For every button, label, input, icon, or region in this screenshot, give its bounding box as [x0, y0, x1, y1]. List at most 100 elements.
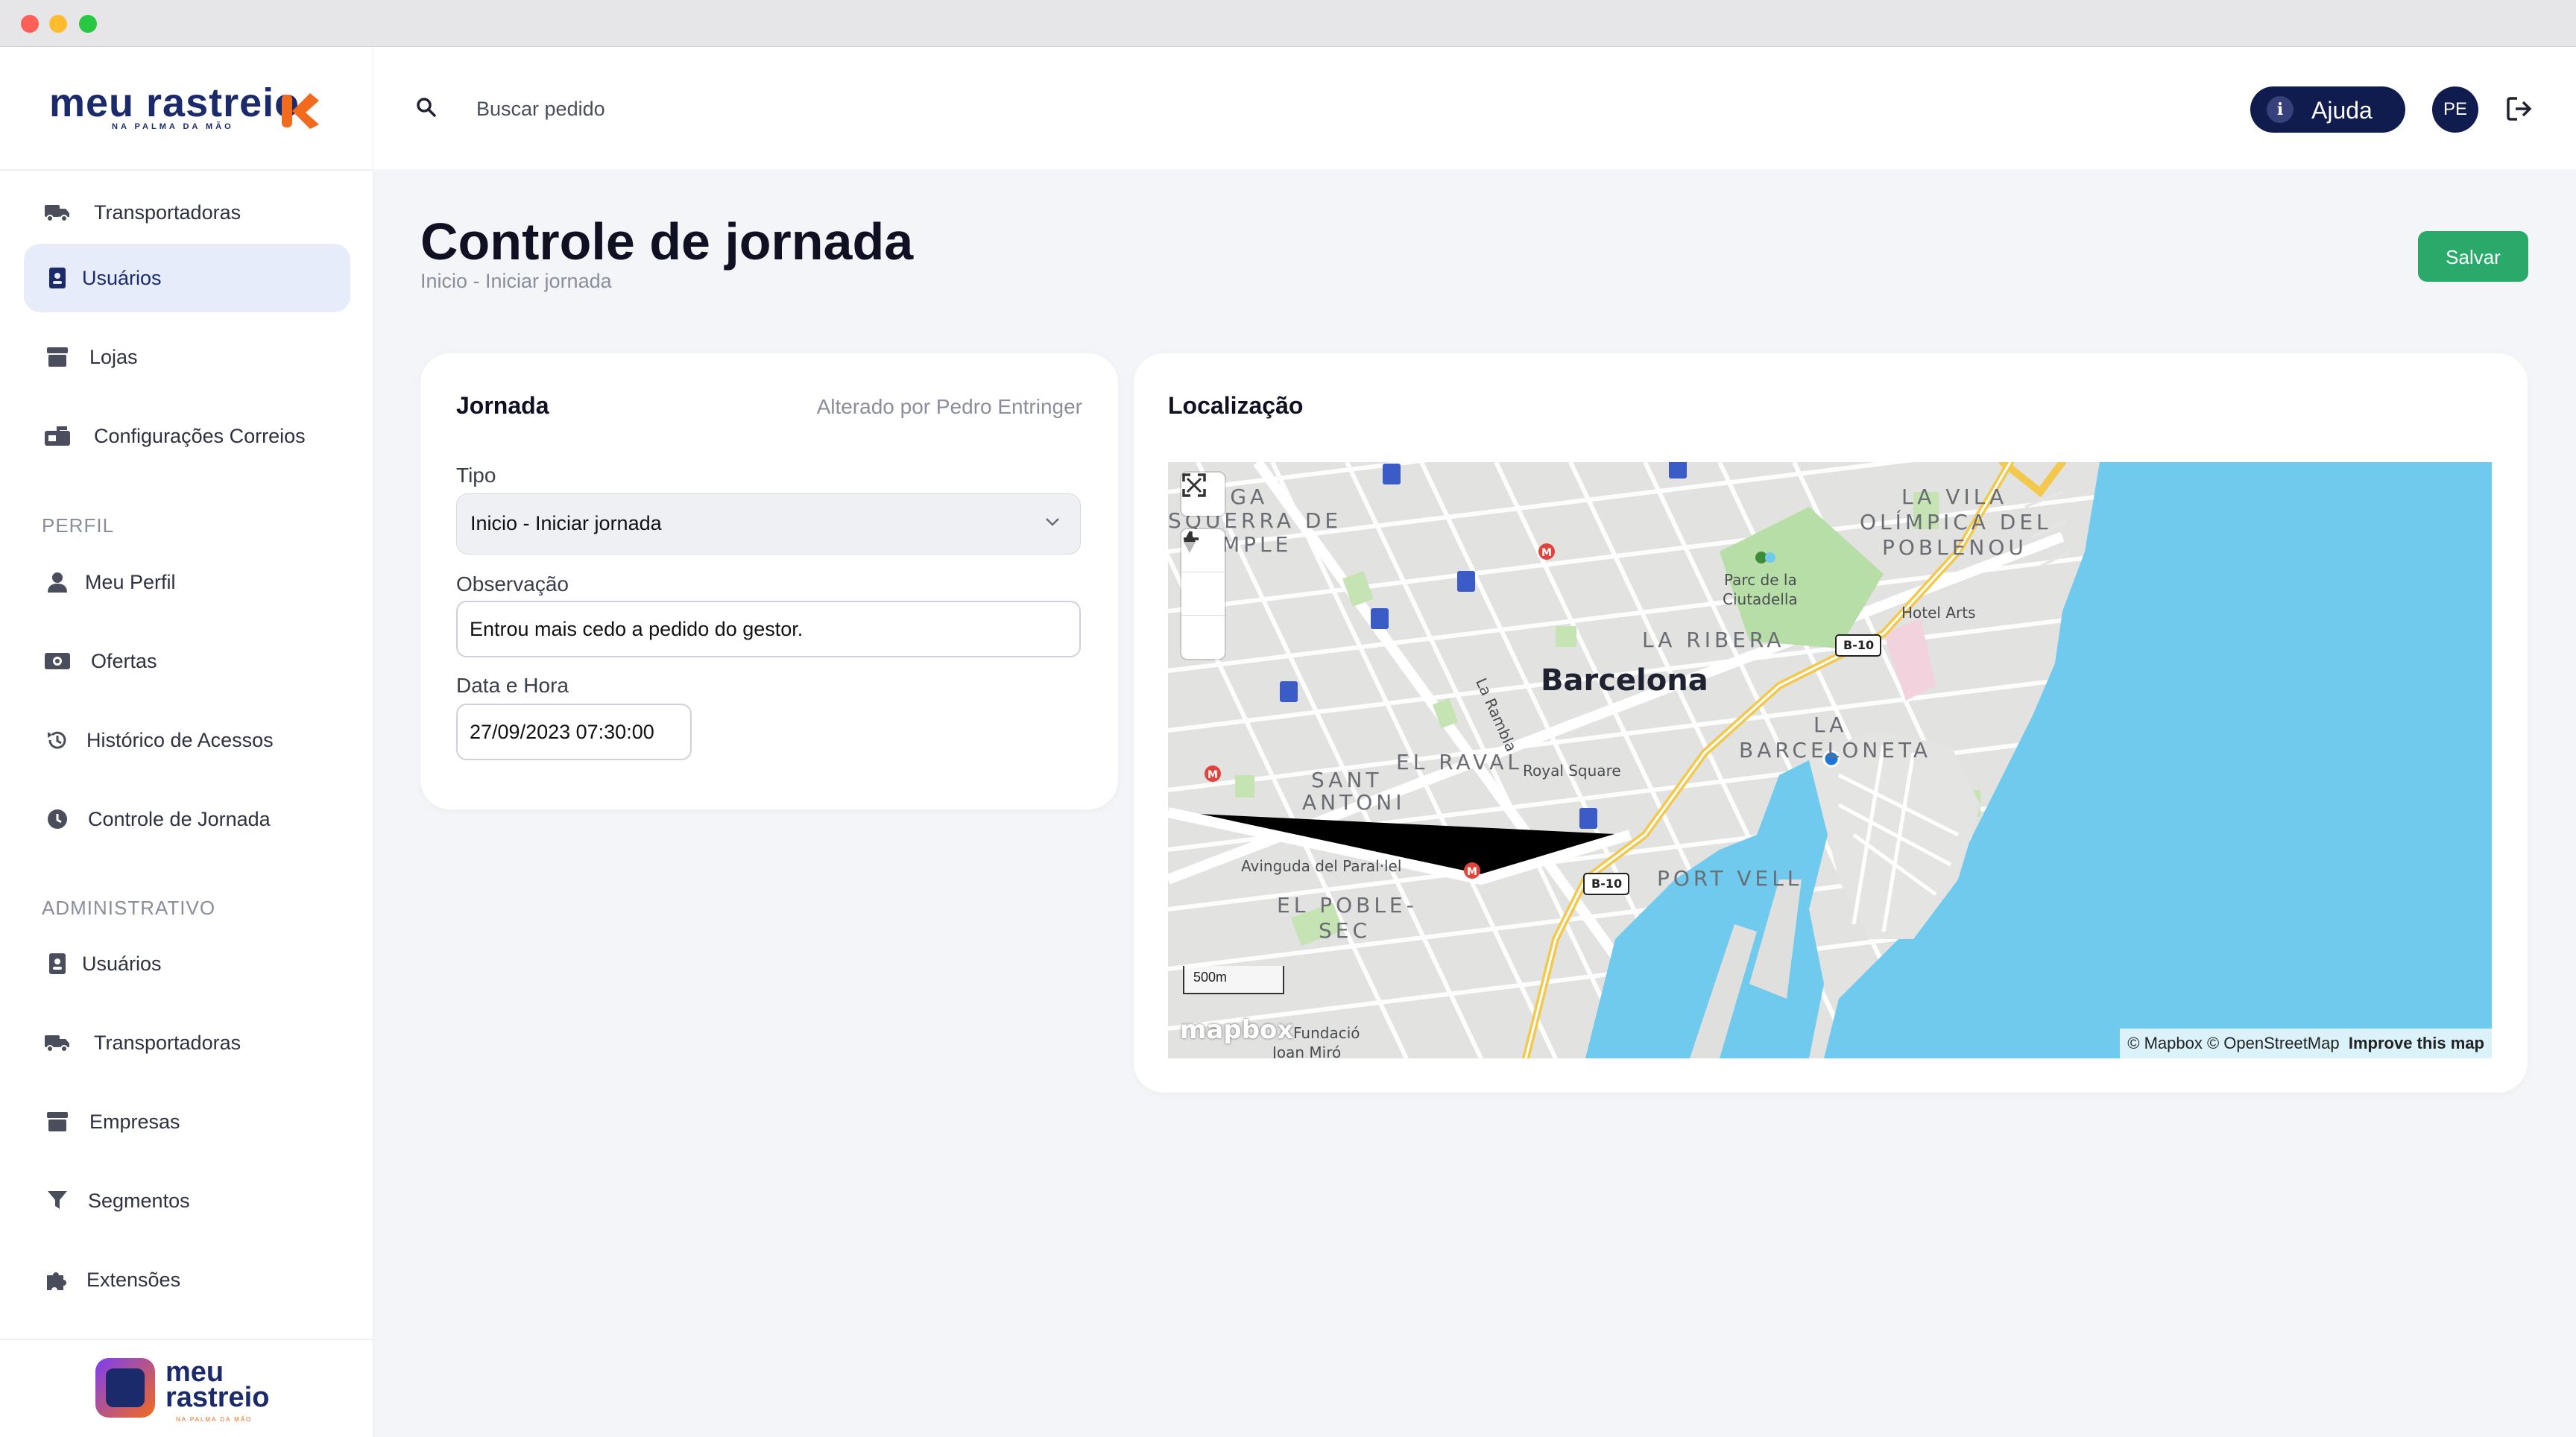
close-window-button[interactable]	[21, 15, 39, 33]
tipo-selected-value: Inicio - Iniciar jornada	[470, 512, 662, 534]
map-label-district: PORT VELL	[1657, 866, 1803, 891]
sidebar-item-extensoes[interactable]: Extensões	[24, 1245, 350, 1314]
truck-icon	[43, 1029, 72, 1057]
sidebar-item-admin-transportadoras[interactable]: Transportadoras	[24, 1008, 350, 1077]
location-map[interactable]: M M M TIGA SQUERRA DE MPLE LA VILA OLÍMP…	[1168, 462, 2492, 1058]
section-administrativo: ADMINISTRATIVO	[42, 897, 216, 919]
compass-button[interactable]	[1181, 531, 1225, 659]
app-logo-icon	[95, 1358, 155, 1418]
sidebar-item-label: Controle de Jornada	[88, 807, 271, 830]
map-label-district: EL POBLE-	[1277, 893, 1418, 918]
improve-map-link[interactable]: Improve this map	[2349, 1034, 2484, 1052]
map-label-city: Barcelona	[1541, 663, 1708, 698]
jornada-card: Jornada Alterado por Pedro Entringer Tip…	[420, 353, 1118, 809]
zoom-window-button[interactable]	[79, 15, 97, 33]
help-label: Ajuda	[2311, 97, 2373, 124]
sidebar: meu rastreio NA PALMA DA MÃO Transportad…	[0, 47, 373, 1437]
logout-icon[interactable]	[2507, 96, 2534, 125]
sidebar-item-usuarios[interactable]: Usuários	[24, 244, 350, 312]
sidebar-item-label: Usuários	[82, 952, 162, 975]
map-label-place: Avinguda del Paral·lel	[1241, 857, 1402, 875]
top-header: i Ajuda PE	[373, 47, 2576, 169]
observacao-label: Observação	[456, 572, 569, 596]
map-label-place: Parc de la	[1724, 571, 1797, 589]
sidebar-item-label: Meu Perfil	[85, 570, 176, 593]
road-shield-label: B-10	[1591, 877, 1623, 891]
map-label-district: ANTONI	[1302, 790, 1406, 815]
badge-icon	[43, 950, 72, 978]
badge-icon	[43, 264, 72, 292]
map-label-district: OLÍMPICA DEL	[1860, 510, 2052, 534]
sidebar-item-label: Extensões	[86, 1268, 181, 1291]
save-button[interactable]: Salvar	[2418, 231, 2528, 282]
data-hora-input[interactable]	[456, 704, 692, 760]
altered-by-text: Alterado por Pedro Entringer	[816, 395, 1082, 418]
map-label-place: Joan Miró	[1272, 1043, 1342, 1058]
localizacao-card: Localização M M M TIGA SQUERRA DE MPLE L…	[1134, 353, 2528, 1093]
mailbox-icon	[43, 422, 72, 450]
tipo-select[interactable]: Inicio - Iniciar jornada	[456, 493, 1081, 555]
attribution-text[interactable]: © Mapbox © OpenStreetMap	[2127, 1034, 2339, 1052]
brand-name: meu rastreio	[49, 80, 300, 125]
section-perfil: PERFIL	[42, 514, 115, 537]
map-label-district: MPLE	[1222, 532, 1292, 557]
user-icon	[43, 568, 72, 596]
sidebar-item-segmentos[interactable]: Segmentos	[24, 1166, 350, 1235]
sidebar-item-label: Transportadoras	[94, 1031, 242, 1054]
sidebar-item-label: Segmentos	[88, 1189, 190, 1212]
map-attribution: © Mapbox © OpenStreetMap Improve this ma…	[2120, 1029, 2492, 1058]
sidebar-item-configuracoes-correios[interactable]: Configurações Correios	[24, 402, 350, 470]
observacao-input[interactable]	[456, 601, 1081, 657]
map-label-place: Fundació	[1293, 1024, 1360, 1042]
sidebar-item-admin-usuarios[interactable]: Usuários	[24, 929, 350, 998]
sidebar-item-meu-perfil[interactable]: Meu Perfil	[24, 548, 350, 616]
map-label-district: BARCELONETA	[1739, 738, 1932, 762]
sidebar-item-empresas[interactable]: Empresas	[24, 1087, 350, 1156]
zoom-out-button[interactable]	[1181, 537, 1225, 616]
sidebar-footer-logo: meu rastreio NA PALMA DA MÃO	[0, 1339, 373, 1437]
map-label-district: LA VILA	[1901, 484, 2008, 509]
sidebar-item-lojas[interactable]: Lojas	[24, 323, 350, 391]
footer-brand-line2: rastreio	[165, 1382, 270, 1413]
map-label-district: SANT	[1311, 768, 1383, 792]
brand-tagline: NA PALMA DA MÃO	[112, 122, 234, 131]
map-label-district: POBLENOU	[1882, 535, 2027, 560]
sidebar-item-label: Usuários	[82, 266, 162, 289]
sidebar-item-label: Lojas	[89, 345, 138, 368]
search-icon[interactable]	[415, 96, 438, 122]
jornada-title: Jornada	[456, 392, 549, 419]
help-button[interactable]: i Ajuda	[2250, 86, 2405, 133]
puzzle-icon	[43, 1266, 72, 1294]
zoom-controls	[1181, 529, 1225, 659]
tipo-label: Tipo	[456, 464, 496, 487]
sidebar-item-controle-jornada[interactable]: Controle de Jornada	[24, 785, 350, 853]
map-label-place: Royal Square	[1523, 762, 1621, 780]
map-label-district: LA	[1813, 713, 1848, 737]
store-icon	[43, 343, 72, 371]
truck-icon	[43, 198, 72, 227]
brand-k-icon	[282, 93, 319, 129]
sidebar-item-label: Histórico de Acessos	[86, 728, 274, 751]
sidebar-item-historico-acessos[interactable]: Histórico de Acessos	[24, 706, 350, 774]
mapbox-logo[interactable]: mapbox	[1180, 1015, 1293, 1045]
svg-text:M: M	[1467, 866, 1477, 878]
sidebar-item-label: Empresas	[89, 1110, 180, 1133]
search-input[interactable]	[475, 90, 925, 127]
history-icon	[43, 726, 72, 754]
data-hora-label: Data e Hora	[456, 674, 569, 697]
page-title: Controle de jornada	[420, 212, 914, 271]
svg-text:M: M	[1208, 769, 1218, 781]
filter-icon	[43, 1187, 72, 1215]
map-label-district: LA RIBERA	[1642, 628, 1785, 652]
sidebar-item-label: Transportadoras	[94, 200, 242, 224]
sidebar-item-ofertas[interactable]: Ofertas	[24, 627, 350, 695]
sidebar-item-transportadoras[interactable]: Transportadoras	[24, 178, 350, 247]
minimize-window-button[interactable]	[49, 15, 67, 33]
brand-logo[interactable]: meu rastreio NA PALMA DA MÃO	[0, 47, 373, 171]
info-icon: i	[2267, 96, 2294, 123]
sidebar-item-label: Ofertas	[91, 649, 157, 672]
svg-text:M: M	[1541, 547, 1552, 559]
fullscreen-button[interactable]	[1181, 473, 1225, 516]
map-scale: 500m	[1183, 966, 1284, 994]
avatar[interactable]: PE	[2432, 86, 2478, 133]
